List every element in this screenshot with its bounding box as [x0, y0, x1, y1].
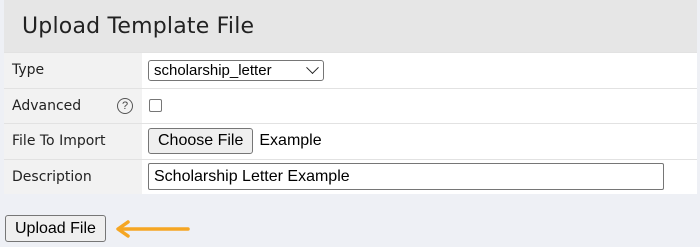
type-select-value: scholarship_letter: [154, 61, 272, 79]
help-icon[interactable]: ?: [117, 97, 133, 114]
advanced-checkbox[interactable]: [149, 99, 162, 113]
description-input[interactable]: Scholarship Letter Example: [148, 163, 664, 191]
type-label: Type: [4, 53, 142, 88]
file-name: Example: [259, 132, 322, 150]
arrow-left-icon: [116, 220, 190, 238]
chevron-down-icon: [306, 61, 319, 74]
type-select[interactable]: scholarship_letter: [148, 59, 324, 81]
file-label: File To Import: [4, 124, 142, 159]
description-row: Description Scholarship Letter Example: [4, 158, 697, 194]
upload-template-panel: Upload Template File Type scholarship_le…: [4, 0, 697, 194]
file-row: File To Import Choose File Example: [4, 123, 697, 159]
advanced-label: Advanced: [12, 97, 82, 114]
advanced-row: Advanced ?: [4, 87, 697, 123]
description-label: Description: [4, 159, 142, 194]
choose-file-button[interactable]: Choose File: [148, 128, 254, 155]
page-title: Upload Template File: [22, 13, 255, 39]
type-row: Type scholarship_letter: [4, 52, 697, 88]
upload-file-button[interactable]: Upload File: [5, 215, 106, 242]
panel-header: Upload Template File: [4, 0, 697, 52]
